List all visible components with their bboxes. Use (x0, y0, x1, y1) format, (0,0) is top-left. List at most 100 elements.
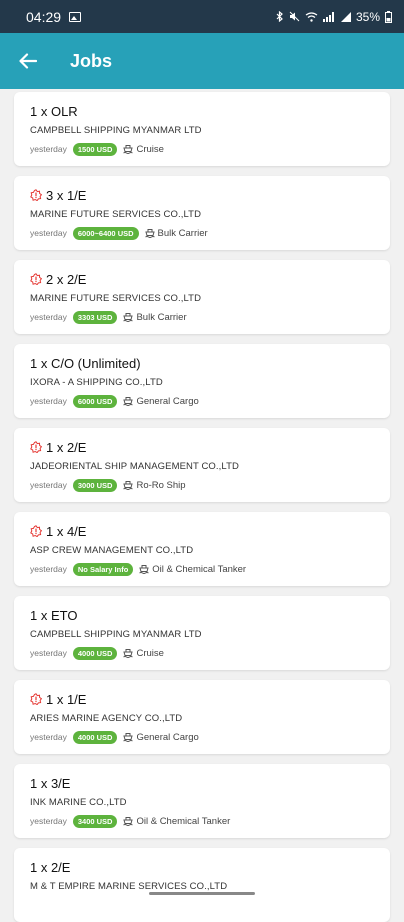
job-title: 1 x ETO (30, 607, 78, 623)
job-card[interactable]: 1 x C/O (Unlimited) IXORA - A SHIPPING CO… (14, 344, 390, 418)
job-card[interactable]: 1 x 4/E ASP CREW MANAGEMENT CO.,LTD yester… (14, 512, 390, 586)
company-name: CAMPBELL SHIPPING MYANMAR LTD (30, 125, 202, 136)
ship-icon (123, 732, 134, 742)
status-time: 04:29 (26, 8, 62, 25)
app-bar: Jobs (0, 33, 404, 89)
urgent-badge-icon (30, 273, 43, 286)
ship-type-label: Cruise (136, 647, 164, 659)
job-title: 1 x 1/E (46, 691, 87, 707)
signal-icon (322, 11, 334, 22)
ship-type-label: Oil & Chemical Tanker (136, 815, 231, 827)
job-meta: yesterday 6000~6400 USD Bulk Carrier (30, 226, 374, 240)
battery-percent: 35% (355, 9, 380, 24)
ship-type: General Cargo (123, 731, 199, 743)
mute-icon (289, 11, 300, 22)
posted-time: yesterday (30, 564, 67, 574)
job-title: 1 x 4/E (46, 523, 87, 539)
job-title: 1 x 2/E (46, 439, 87, 455)
ship-type-label: Bulk Carrier (157, 227, 208, 239)
urgent-badge-icon (30, 441, 43, 454)
salary-badge: 4000 USD (72, 646, 118, 660)
job-meta: yesterday 4000 USD General Cargo (30, 730, 374, 744)
company-name: CAMPBELL SHIPPING MYANMAR LTD (30, 629, 202, 640)
job-meta: yesterday 6000 USD General Cargo (30, 394, 374, 408)
salary-badge: 3000 USD (72, 478, 118, 492)
job-card[interactable]: 2 x 2/E MARINE FUTURE SERVICES CO.,LTD yes… (14, 260, 390, 334)
job-title-row: 1 x 1/E (30, 690, 374, 708)
salary-badge: No Salary Info (72, 562, 134, 576)
page-title: Jobs (70, 50, 113, 71)
posted-time: yesterday (30, 480, 67, 490)
company-name: IXORA - A SHIPPING CO.,LTD (30, 377, 163, 388)
navigation-handle[interactable] (149, 892, 255, 895)
ship-type: Cruise (123, 144, 164, 155)
job-title-row: 1 x 2/E (30, 438, 374, 456)
job-title-row: 2 x 2/E (30, 270, 374, 288)
ship-icon (123, 480, 134, 490)
posted-time: yesterday (30, 144, 67, 154)
job-title: 2 x 2/E (46, 271, 87, 287)
salary-badge: 3400 USD (72, 814, 118, 828)
salary-badge: 1500 USD (72, 142, 118, 156)
ship-type: General Cargo (123, 395, 199, 407)
ship-icon (123, 312, 134, 322)
job-title: 3 x 1/E (46, 187, 87, 203)
job-meta (30, 898, 374, 912)
job-title-row: 1 x ETO (30, 606, 374, 624)
ship-type: Bulk Carrier (144, 227, 208, 239)
company-name: MARINE FUTURE SERVICES CO.,LTD (30, 209, 202, 220)
job-title-row: 1 x OLR (30, 102, 374, 120)
job-meta: yesterday 3400 USD Oil & Chemical Tanker (30, 814, 374, 828)
company-name: MARINE FUTURE SERVICES CO.,LTD (30, 293, 202, 304)
job-card[interactable]: 3 x 1/E MARINE FUTURE SERVICES CO.,LTD yes… (14, 176, 390, 250)
job-title: 1 x OLR (30, 103, 78, 119)
ship-icon (144, 228, 155, 238)
ship-type: Oil & Chemical Tanker (123, 816, 230, 827)
ship-type-label: General Cargo (136, 731, 199, 743)
battery-icon (385, 10, 392, 23)
company-name: INK MARINE CO.,LTD (30, 797, 127, 808)
ship-icon (123, 816, 134, 826)
posted-time: yesterday (30, 648, 67, 658)
job-title: 1 x C/O (Unlimited) (30, 355, 141, 371)
company-name: M & T EMPIRE MARINE SERVICES CO.,LTD (30, 881, 228, 892)
job-title-row: 3 x 1/E (30, 186, 374, 204)
ship-type: Bulk Carrier (123, 311, 187, 323)
ship-type: Oil & Chemical Tanker (139, 564, 246, 575)
ship-type-label: Ro-Ro Ship (136, 479, 186, 491)
job-title: 1 x 2/E (30, 859, 71, 875)
job-card[interactable]: 1 x 1/E ARIES MARINE AGENCY CO.,LTD yester… (14, 680, 390, 754)
job-title-row: 1 x C/O (Unlimited) (30, 354, 374, 372)
salary-badge: 6000 USD (72, 394, 118, 408)
posted-time: yesterday (30, 228, 67, 238)
ship-icon (139, 564, 150, 574)
ship-icon (123, 396, 134, 406)
job-meta: yesterday 3303 USD Bulk Carrier (30, 310, 374, 324)
job-title-row: 1 x 3/E (30, 774, 374, 792)
job-card[interactable]: 1 x 2/E JADEORIENTAL SHIP MANAGEMENT CO.,… (14, 428, 390, 502)
job-card[interactable]: 1 x OLR CAMPBELL SHIPPING MYANMAR LTD yest… (14, 92, 390, 166)
job-meta: yesterday 1500 USD Cruise (30, 142, 374, 156)
ship-icon (123, 648, 134, 658)
job-card[interactable]: 1 x ETO CAMPBELL SHIPPING MYANMAR LTD yest… (14, 596, 390, 670)
job-meta: yesterday 4000 USD Cruise (30, 646, 374, 660)
bluetooth-icon (276, 11, 283, 22)
ship-type-label: Bulk Carrier (136, 311, 187, 323)
job-title-row: 1 x 2/E (30, 858, 374, 876)
ship-type-label: General Cargo (136, 395, 199, 407)
ship-type-label: Oil & Chemical Tanker (152, 563, 247, 575)
gallery-notification-icon (69, 11, 82, 22)
posted-time: yesterday (30, 312, 67, 322)
salary-badge: 6000~6400 USD (72, 226, 139, 240)
urgent-badge-icon (30, 693, 43, 706)
salary-badge: 3303 USD (72, 310, 118, 324)
urgent-badge-icon (30, 189, 43, 202)
posted-time: yesterday (30, 732, 67, 742)
back-button[interactable] (0, 33, 56, 89)
job-card[interactable]: 1 x 2/E M & T EMPIRE MARINE SERVICES CO.,… (14, 848, 390, 922)
job-meta: yesterday 3000 USD Ro-Ro Ship (30, 478, 374, 492)
ship-type: Ro-Ro Ship (123, 479, 186, 491)
urgent-badge-icon (30, 525, 43, 538)
company-name: ARIES MARINE AGENCY CO.,LTD (30, 713, 183, 724)
job-card[interactable]: 1 x 3/E INK MARINE CO.,LTD yesterday 3400 U… (14, 764, 390, 838)
